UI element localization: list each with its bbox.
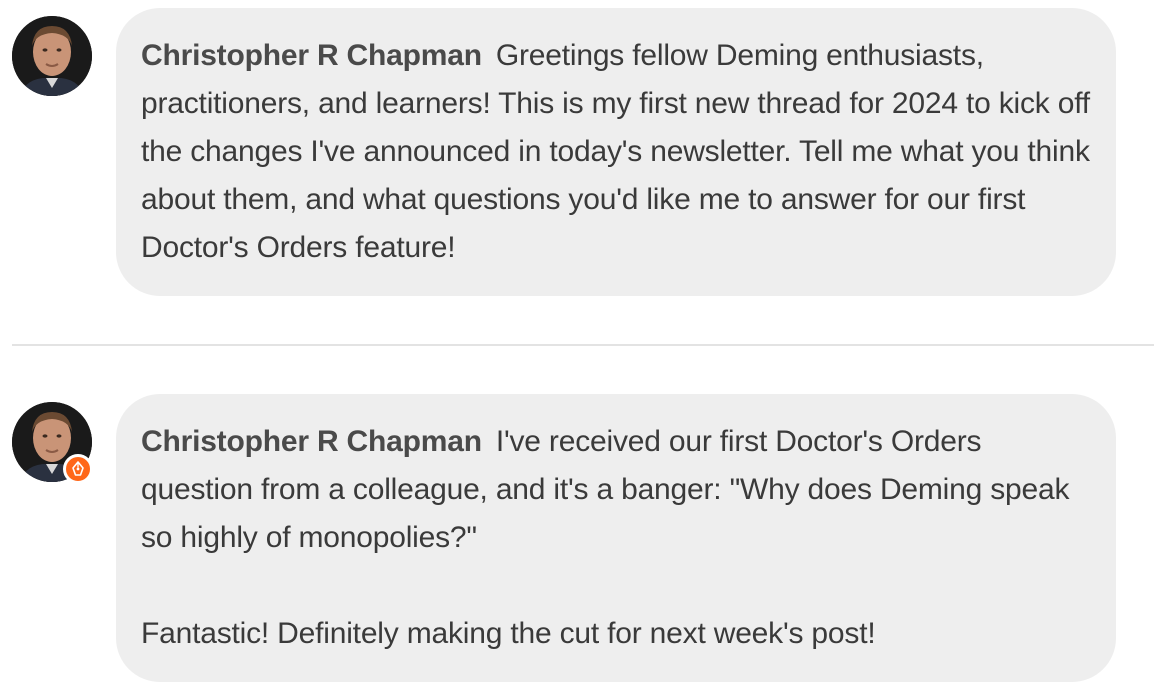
pen-nib-icon	[72, 461, 84, 476]
comment-text: Fantastic! Definitely making the cut for…	[141, 617, 876, 650]
author-name[interactable]: Christopher R Chapman	[141, 425, 482, 458]
author-badge	[63, 454, 93, 484]
comment-bubble: Christopher R Chapman Greetings fellow De…	[116, 8, 1116, 296]
comment-thread: Christopher R Chapman Greetings fellow De…	[0, 0, 1154, 698]
avatar[interactable]	[12, 16, 92, 96]
comment-text: Greetings fellow Deming enthusiasts, pra…	[141, 39, 1090, 264]
author-name[interactable]: Christopher R Chapman	[141, 39, 482, 72]
avatar-photo	[12, 16, 92, 96]
comment-bubble: Christopher R Chapman I've received our f…	[116, 394, 1116, 682]
divider	[12, 344, 1154, 346]
